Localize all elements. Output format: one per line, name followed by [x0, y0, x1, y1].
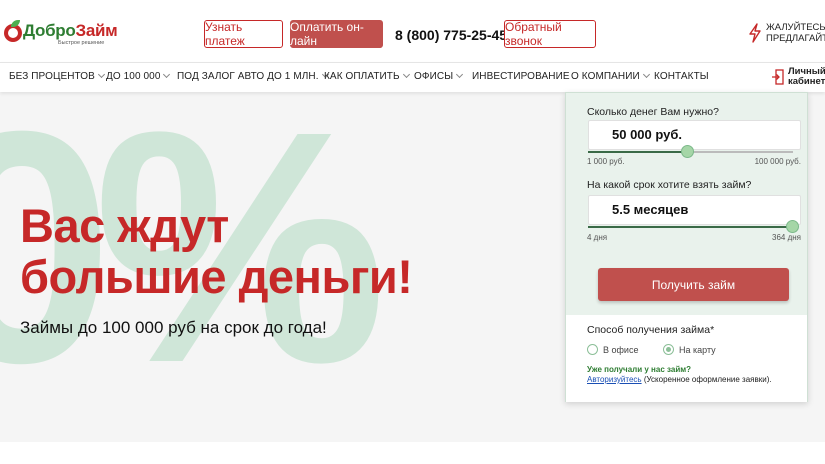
- nav-item-offices[interactable]: ОФИСЫ: [414, 70, 464, 82]
- personal-cabinet-link[interactable]: Личный кабинет: [772, 67, 825, 87]
- pay-online-button[interactable]: Оплатить он-лайн: [290, 20, 383, 48]
- nav-item-up-to-100k[interactable]: ДО 100 000: [106, 70, 171, 82]
- chevron-down-icon: [402, 70, 410, 79]
- logo-part2: Займ: [75, 21, 118, 40]
- nav-item-contacts[interactable]: КОНТАКТЫ: [654, 71, 709, 82]
- term-min: 4 дня: [587, 233, 608, 242]
- logo-tagline: Быстрое решение: [58, 40, 105, 46]
- logo[interactable]: ДоброЗайм Быстрое решение: [4, 20, 118, 46]
- cabinet-line2: кабинет: [788, 76, 825, 87]
- nav-item-investing[interactable]: ИНВЕСТИРОВАНИЕ: [472, 71, 570, 82]
- loan-calculator: Сколько денег Вам нужно? 50 000 руб. 1 0…: [565, 92, 808, 402]
- term-slider[interactable]: [588, 220, 799, 233]
- callback-button[interactable]: Обратный звонок: [504, 20, 596, 48]
- term-slider-fill: [588, 226, 793, 228]
- complain-line1: ЖАЛУЙТЕСЬ И: [766, 22, 825, 33]
- amount-label: Сколько денег Вам нужно?: [587, 106, 719, 118]
- main-nav: БЕЗ ПРОЦЕНТОВ ДО 100 000 ПОД ЗАЛОГ АВТО …: [0, 62, 825, 92]
- page-bottom-strip: [0, 442, 825, 464]
- get-loan-button[interactable]: Получить займ: [598, 268, 789, 301]
- login-icon: [772, 69, 784, 85]
- amount-min: 1 000 руб.: [587, 157, 625, 166]
- nav-item-interest-free[interactable]: БЕЗ ПРОЦЕНТОВ: [9, 70, 105, 82]
- term-slider-handle[interactable]: [786, 220, 799, 233]
- auth-link[interactable]: Авторизуйтесь: [587, 375, 642, 384]
- phone-number[interactable]: 8 (800) 775-25-45: [395, 27, 507, 43]
- receive-method-label: Способ получения займа*: [587, 324, 715, 336]
- nav-item-about[interactable]: О КОМПАНИИ: [571, 70, 650, 82]
- nav-item-car-collateral[interactable]: ПОД ЗАЛОГ АВТО ДО 1 МЛН.: [177, 70, 329, 82]
- complain-line2: ПРЕДЛАГАЙТЕ: [766, 33, 825, 44]
- receive-method-section: Способ получения займа* В офисе На карту…: [566, 315, 807, 402]
- amount-slider-handle[interactable]: [681, 145, 694, 158]
- hero-subtitle: Займы до 100 000 руб на срок до года!: [20, 318, 327, 337]
- term-input[interactable]: 5.5 месяцев: [588, 195, 801, 225]
- amount-slider[interactable]: [588, 145, 793, 158]
- radio-office-circle[interactable]: [587, 344, 598, 355]
- amount-input[interactable]: 50 000 руб.: [588, 120, 801, 150]
- nav-item-how-to-pay[interactable]: КАК ОПЛАТИТЬ: [324, 70, 410, 82]
- amount-slider-fill: [588, 151, 688, 153]
- site-header: ДоброЗайм Быстрое решение Узнать платеж …: [0, 0, 825, 62]
- hero-title-line1: Вас ждут: [20, 199, 229, 252]
- chevron-down-icon: [97, 70, 105, 79]
- amount-max: 100 000 руб.: [754, 157, 801, 166]
- auth-note-rest: (Ускоренное оформление заявки).: [641, 375, 772, 384]
- chevron-down-icon: [642, 70, 650, 79]
- radio-card[interactable]: На карту: [663, 344, 716, 355]
- auth-note: Авторизуйтесь (Ускоренное оформление зая…: [587, 375, 772, 384]
- logo-part1: Добро: [23, 21, 76, 40]
- radio-card-label: На карту: [679, 344, 716, 355]
- already-customer-text: Уже получали у нас займ?: [587, 365, 692, 374]
- radio-card-circle[interactable]: [663, 344, 674, 355]
- lightning-icon: [749, 23, 761, 43]
- hero-title-line2: большие деньги!: [20, 250, 413, 303]
- term-max: 364 дня: [772, 233, 801, 242]
- hero-title: Вас ждут большие деньги!: [20, 199, 413, 303]
- chevron-down-icon: [163, 70, 171, 79]
- radio-office[interactable]: В офисе: [587, 344, 638, 355]
- radio-office-label: В офисе: [603, 344, 639, 355]
- learn-payment-button[interactable]: Узнать платеж: [204, 20, 283, 48]
- term-label: На какой срок хотите взять займ?: [587, 179, 752, 191]
- complain-link[interactable]: ЖАЛУЙТЕСЬ И ПРЕДЛАГАЙТЕ: [748, 22, 825, 44]
- logo-mark-icon: [4, 20, 22, 42]
- chevron-down-icon: [456, 70, 464, 79]
